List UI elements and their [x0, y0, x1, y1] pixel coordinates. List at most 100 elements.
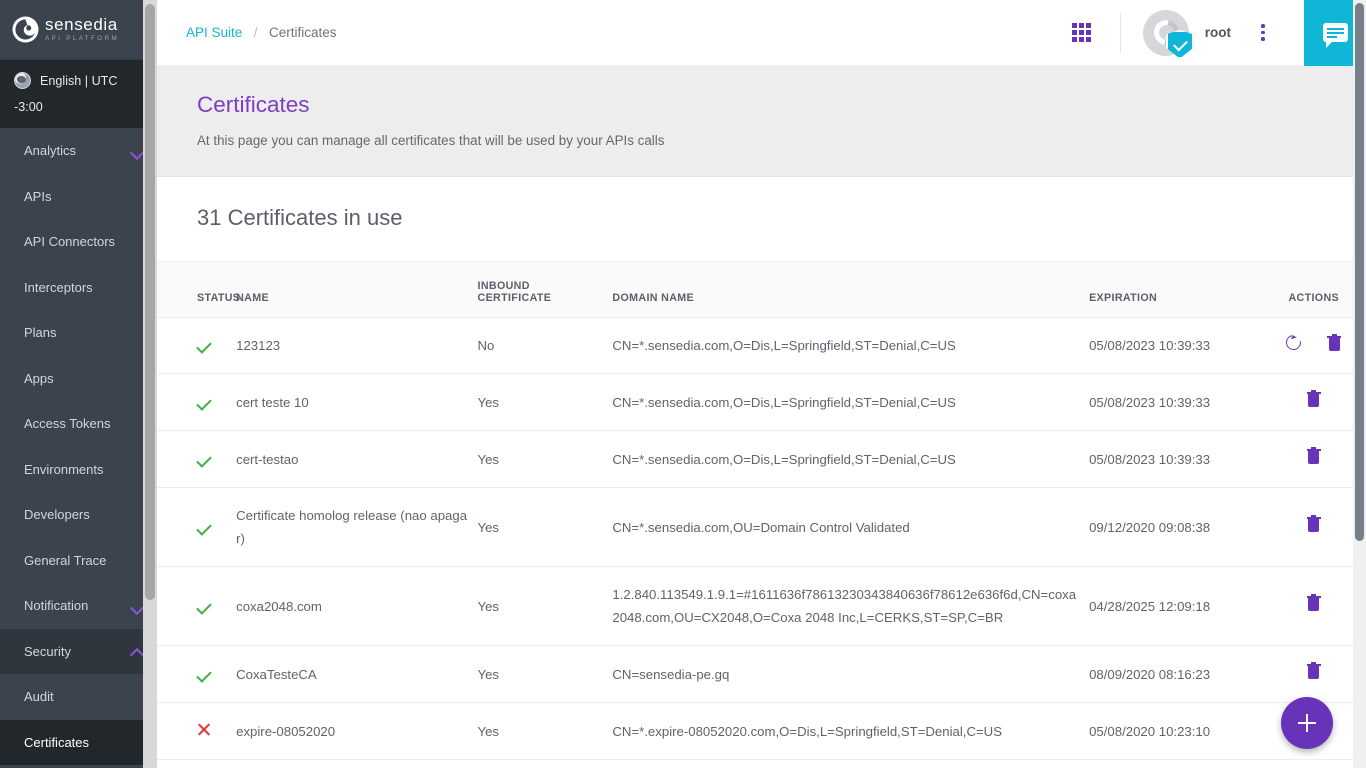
breadcrumb-root[interactable]: API Suite [186, 25, 242, 40]
trash-icon[interactable] [1327, 334, 1341, 351]
name-cell: coxa2048.com [236, 567, 477, 646]
table-row[interactable]: coxa2048.comYes1.2.840.113549.1.9.1=#161… [157, 567, 1366, 646]
restore-icon[interactable] [1283, 332, 1304, 353]
check-icon [196, 520, 212, 536]
user-avatar-icon[interactable] [1143, 10, 1189, 56]
check-icon [196, 599, 212, 615]
action-buttons [1307, 447, 1321, 464]
sidebar-item-label: Notification [24, 598, 88, 613]
domain-cell: 1.2.840.113549.1.9.1=#1611636f7861323034… [612, 567, 1089, 646]
sidebar-item-apps[interactable]: Apps [0, 356, 157, 402]
table-row[interactable]: 123123NoCN=*.sensedia.com,O=Dis,L=Spring… [157, 318, 1366, 374]
trash-icon[interactable] [1307, 662, 1321, 679]
action-buttons [1307, 662, 1321, 679]
sidebar-scrollbar[interactable] [143, 0, 157, 768]
page-header: Certificates At this page you can manage… [157, 66, 1366, 177]
table-row[interactable]: Certificate homolog release (nao apagar)… [157, 488, 1366, 567]
table-row[interactable]: expire-08052020YesCN=*.expire-08052020.c… [157, 703, 1366, 760]
status-cell [157, 646, 236, 703]
domain-cell: CN=*.expire-08052020.com,O=Dis,L=Springf… [612, 703, 1089, 760]
status-cell [157, 431, 236, 488]
main-scrollbar-thumb[interactable] [1355, 3, 1364, 541]
logo-subtitle: API PLATFORM [45, 36, 119, 42]
table-header: STATUS NAME INBOUND CERTIFICATE DOMAIN N… [157, 262, 1366, 318]
sidebar-item-security[interactable]: Security [0, 629, 157, 675]
chevron-down-icon[interactable] [131, 145, 143, 157]
sidebar-item-api-connectors[interactable]: API Connectors [0, 219, 157, 265]
sidebar-item-notification[interactable]: Notification [0, 583, 157, 629]
user-menu[interactable]: root [1121, 10, 1287, 56]
sidebar-item-plans[interactable]: Plans [0, 310, 157, 356]
trash-icon[interactable] [1307, 515, 1321, 532]
inbound-cell: Yes [478, 703, 613, 760]
logo-name: sensedia [45, 16, 119, 33]
check-icon [196, 338, 212, 354]
sidebar-item-label: Audit [24, 689, 54, 704]
actions-cell [1262, 646, 1366, 703]
language-selector[interactable]: English | UTC -3:00 [0, 60, 157, 128]
name-cell: cert teste 10 [236, 374, 477, 431]
breadcrumb: API Suite / Certificates [186, 24, 336, 42]
sidebar-item-label: Certificates [24, 735, 89, 750]
language-label: English | UTC [40, 74, 117, 88]
sidebar-item-label: Interceptors [24, 280, 93, 295]
actions-cell [1262, 318, 1366, 374]
grid-apps-icon[interactable] [1072, 23, 1091, 42]
sidebar-item-general-trace[interactable]: General Trace [0, 538, 157, 584]
x-icon [197, 722, 211, 736]
expiration-cell: 08/09/2020 08:16:23 [1089, 646, 1261, 703]
table-row[interactable]: CoxaTesteCAYesCN=sensedia-pe.gq08/09/202… [157, 646, 1366, 703]
sidebar-item-label: API Connectors [24, 234, 115, 249]
name-cell: 123123 [236, 318, 477, 374]
sidebar-item-label: General Trace [24, 553, 106, 568]
kebab-menu-icon[interactable] [1253, 24, 1273, 41]
sidebar-item-analytics[interactable]: Analytics [0, 128, 157, 174]
sidebar-item-environments[interactable]: Environments [0, 447, 157, 493]
column-inbound-line2: CERTIFICATE [478, 292, 552, 304]
trash-icon[interactable] [1307, 594, 1321, 611]
domain-cell: CN=*.sensedia.com,O=Dis,L=Springfield,ST… [612, 374, 1089, 431]
page-content: 31 Certificates in use STATUS NAME INBOU… [157, 177, 1366, 760]
domain-cell: CN=*.sensedia.com,OU=Domain Control Vali… [612, 488, 1089, 567]
status-cell [157, 374, 236, 431]
sidebar: sensedia API PLATFORM English | UTC -3:0… [0, 0, 157, 768]
sidebar-item-interceptors[interactable]: Interceptors [0, 265, 157, 311]
brand-logo[interactable]: sensedia API PLATFORM [0, 0, 157, 60]
table-row[interactable]: cert teste 10YesCN=*.sensedia.com,O=Dis,… [157, 374, 1366, 431]
column-inbound-line1: INBOUND [478, 280, 530, 292]
inbound-cell: Yes [478, 431, 613, 488]
expiration-cell: 05/08/2023 10:39:33 [1089, 374, 1261, 431]
actions-cell [1262, 374, 1366, 431]
page-description: At this page you can manage all certific… [197, 133, 1366, 148]
sidebar-item-audit[interactable]: Audit [0, 674, 157, 720]
trash-icon[interactable] [1307, 390, 1321, 407]
table-row[interactable]: cert-testaoYesCN=*.sensedia.com,O=Dis,L=… [157, 431, 1366, 488]
certificates-count-heading: 31 Certificates in use [157, 177, 1366, 261]
action-buttons [1286, 334, 1341, 351]
breadcrumb-current: Certificates [269, 25, 337, 40]
main-scrollbar[interactable] [1353, 0, 1366, 768]
add-certificate-button[interactable] [1281, 697, 1333, 749]
inbound-cell: Yes [478, 488, 613, 567]
sidebar-scrollbar-thumb[interactable] [145, 4, 155, 600]
sidebar-item-label: APIs [24, 189, 51, 204]
status-cell [157, 488, 236, 567]
action-buttons [1307, 594, 1321, 611]
sidebar-item-apis[interactable]: APIs [0, 174, 157, 220]
sidebar-item-access-tokens[interactable]: Access Tokens [0, 401, 157, 447]
domain-cell: CN=sensedia-pe.gq [612, 646, 1089, 703]
sidebar-item-certificates[interactable]: Certificates [0, 720, 157, 766]
name-cell: CoxaTesteCA [236, 646, 477, 703]
table-body: 123123NoCN=*.sensedia.com,O=Dis,L=Spring… [157, 318, 1366, 760]
chevron-up-icon[interactable] [131, 645, 143, 657]
trash-icon[interactable] [1307, 447, 1321, 464]
sidebar-item-developers[interactable]: Developers [0, 492, 157, 538]
sidebar-item-label: Environments [24, 462, 103, 477]
sidebar-nav: Analytics APIs API Connectors Interceptors P… [0, 128, 157, 768]
inbound-cell: No [478, 318, 613, 374]
expiration-cell: 05/08/2023 10:39:33 [1089, 431, 1261, 488]
chevron-down-icon[interactable] [131, 600, 143, 612]
status-cell [157, 318, 236, 374]
action-buttons [1307, 390, 1321, 407]
domain-cell: CN=*.sensedia.com,O=Dis,L=Springfield,ST… [612, 431, 1089, 488]
